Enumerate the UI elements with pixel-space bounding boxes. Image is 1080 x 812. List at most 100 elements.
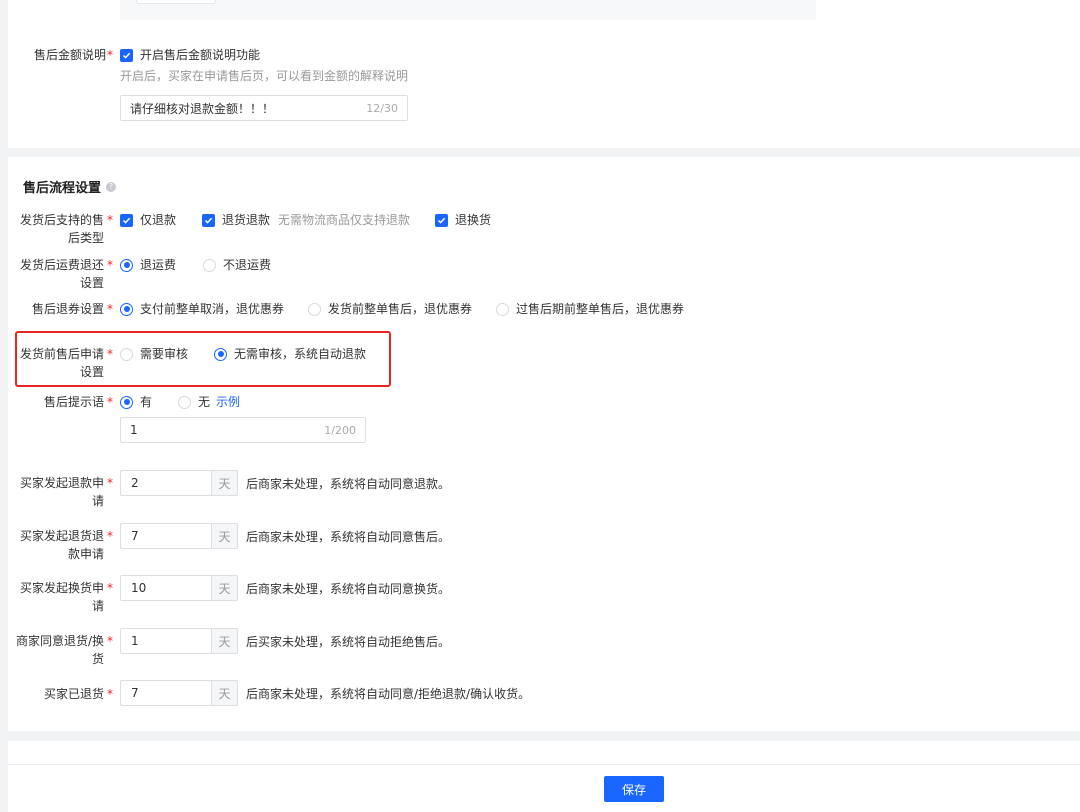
radio-selected-icon <box>120 302 133 316</box>
timeout-row-merchant-agree: 1 天 后买家未处理，系统将自动拒绝售后。 <box>120 628 450 654</box>
coupon-label: 售后退券设置 <box>31 302 104 316</box>
timeout-desc: 后商家未处理，系统将自动同意退款。 <box>246 476 451 491</box>
freight-option-no-refund[interactable]: 不退运费 <box>203 256 271 274</box>
freight-options: 退运费 不退运费 <box>120 256 289 274</box>
pre-ship-option-label: 无需审核，系统自动退款 <box>234 347 367 361</box>
required-mark: * <box>107 213 113 227</box>
help-icon[interactable]: ? <box>106 181 117 192</box>
amount-desc-checkbox[interactable]: 开启售后金额说明功能 <box>120 46 260 64</box>
timeout-label-returned: 买家已退货 <box>43 687 104 701</box>
type-option-exchange[interactable]: 退换货 <box>435 211 491 229</box>
type-option-refund-only[interactable]: 仅退款 <box>120 211 176 229</box>
required-mark: * <box>107 302 113 316</box>
radio-selected-icon <box>120 395 133 409</box>
tip-option-no[interactable]: 无 <box>178 393 210 411</box>
freight-option-label: 不退运费 <box>223 258 272 272</box>
tip-input-value: 1 <box>130 423 138 437</box>
pre-ship-option-label: 需要审核 <box>140 347 189 361</box>
timeout-row-returned: 7 天 后商家未处理，系统将自动同意/拒绝退款/确认收货。 <box>120 680 530 706</box>
timeout-input-merchant-agree[interactable]: 1 <box>120 628 211 654</box>
tip-option-label: 有 <box>140 395 153 409</box>
freight-option-refund[interactable]: 退运费 <box>120 256 176 274</box>
type-option-return-refund[interactable]: 退货退款 <box>202 211 270 229</box>
radio-unselected-icon <box>120 347 133 361</box>
coupon-option-label: 过售后期前整单售后，退优惠券 <box>516 302 685 316</box>
timeout-input-return-refund[interactable]: 7 <box>120 523 211 549</box>
checkbox-checked-icon <box>120 213 133 227</box>
timeout-desc: 后商家未处理，系统将自动同意换货。 <box>246 581 451 596</box>
timeout-label-return-refund: 买家发起退货退款申请 <box>19 529 104 561</box>
timeout-input-exchange[interactable]: 10 <box>120 575 211 601</box>
timeout-label-merchant-agree: 商家同意退货/换货 <box>15 634 104 666</box>
required-mark: * <box>107 529 113 543</box>
required-mark: * <box>107 48 113 62</box>
timeout-desc: 后商家未处理，系统将自动同意售后。 <box>246 529 451 544</box>
required-mark: * <box>107 395 113 409</box>
amount-desc-checkbox-label: 开启售后金额说明功能 <box>140 48 261 62</box>
coupon-option-before-ship[interactable]: 发货前整单售后，退优惠券 <box>308 300 472 318</box>
previous-section-box <box>120 0 816 20</box>
radio-unselected-icon <box>178 395 192 409</box>
coupon-option-label: 发货前整单售后，退优惠券 <box>328 302 473 316</box>
freight-label: 发货后运费退还设置 <box>19 258 104 290</box>
checkbox-checked-icon <box>202 213 216 227</box>
amount-desc-label: 售后金额说明 <box>33 48 106 62</box>
radio-selected-icon <box>214 347 228 361</box>
tip-example-link[interactable]: 示例 <box>216 393 240 411</box>
radio-unselected-icon <box>203 258 217 272</box>
timeout-input-returned[interactable]: 7 <box>120 680 211 706</box>
checkbox-checked-icon <box>435 213 449 227</box>
coupon-option-before-pay[interactable]: 支付前整单取消，退优惠券 <box>120 300 284 318</box>
pre-ship-option-auto-refund[interactable]: 无需审核，系统自动退款 <box>214 345 366 363</box>
timeout-desc: 后买家未处理，系统将自动拒绝售后。 <box>246 634 451 649</box>
timeout-desc: 后商家未处理，系统将自动同意/拒绝退款/确认收货。 <box>246 686 531 701</box>
checkbox-checked-icon <box>120 48 133 62</box>
tip-option-label: 无 <box>198 395 211 409</box>
radio-selected-icon <box>120 258 133 272</box>
tip-char-count: 1/200 <box>324 423 356 437</box>
coupon-option-label: 支付前整单取消，退优惠券 <box>140 302 285 316</box>
timeout-unit: 天 <box>211 628 238 654</box>
amount-desc-input[interactable]: 请仔细核对退款金额！！！ 12/30 <box>120 95 408 121</box>
bottom-action-bar: 保存 <box>8 764 1080 812</box>
types-options: 仅退款 退货退款 无需物流商品仅支持退款 退换货 <box>120 211 509 229</box>
tip-label: 售后提示语 <box>43 395 104 409</box>
type-option-label: 退货退款 <box>222 213 271 227</box>
required-mark: * <box>107 687 113 701</box>
timeout-row-refund: 2 天 后商家未处理，系统将自动同意退款。 <box>120 470 450 496</box>
types-label: 发货后支持的售后类型 <box>19 213 104 245</box>
tip-option-yes[interactable]: 有 <box>120 393 152 411</box>
section-title: 售后流程设置 ? <box>23 177 117 196</box>
timeout-input-refund[interactable]: 2 <box>120 470 211 496</box>
coupon-options: 支付前整单取消，退优惠券 发货前整单售后，退优惠券 过售后期前整单售后，退优惠券 <box>120 300 702 318</box>
freight-option-label: 退运费 <box>140 258 177 272</box>
pre-ship-options: 需要审核 无需审核，系统自动退款 <box>120 345 384 363</box>
timeout-unit: 天 <box>211 470 238 496</box>
type-option-label: 退换货 <box>455 213 492 227</box>
amount-desc-char-count: 12/30 <box>366 101 398 115</box>
types-hint: 无需物流商品仅支持退款 <box>278 213 411 227</box>
pre-ship-label: 发货前售后申请设置 <box>19 347 104 379</box>
amount-desc-card: 售后金额说明 * 开启售后金额说明功能 开启后，买家在申请售后页，可以看到金额的… <box>8 0 1080 148</box>
required-mark: * <box>107 634 113 648</box>
timeout-row-return-refund: 7 天 后商家未处理，系统将自动同意售后。 <box>120 523 450 549</box>
save-button[interactable]: 保存 <box>604 776 664 802</box>
timeout-unit: 天 <box>211 575 238 601</box>
timeout-label-refund: 买家发起退款申请 <box>19 476 104 508</box>
required-mark: * <box>107 476 113 490</box>
previous-input[interactable] <box>136 0 216 4</box>
timeout-unit: 天 <box>211 680 238 706</box>
timeout-label-exchange: 买家发起换货申请 <box>19 581 104 613</box>
section-title-text: 售后流程设置 <box>23 181 102 196</box>
timeout-unit: 天 <box>211 523 238 549</box>
required-mark: * <box>107 258 113 272</box>
radio-unselected-icon <box>308 302 322 316</box>
pre-ship-option-review[interactable]: 需要审核 <box>120 345 188 363</box>
radio-unselected-icon <box>496 302 510 316</box>
amount-desc-input-value: 请仔细核对退款金额！！！ <box>130 101 275 116</box>
tip-input[interactable]: 1 1/200 <box>120 417 366 443</box>
type-option-label: 仅退款 <box>140 213 177 227</box>
coupon-option-before-expiry[interactable]: 过售后期前整单售后，退优惠券 <box>496 300 684 318</box>
amount-desc-hint: 开启后，买家在申请售后页，可以看到金额的解释说明 <box>120 69 409 83</box>
required-mark: * <box>107 347 113 361</box>
